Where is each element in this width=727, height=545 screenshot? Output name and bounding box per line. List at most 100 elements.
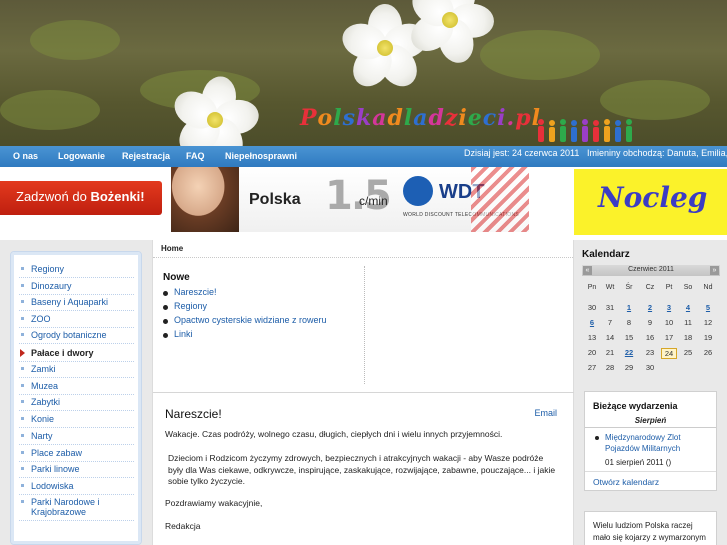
event-link[interactable]: Międzynarodowy Zlot Pojazdów Militarnych bbox=[605, 432, 710, 454]
calendar-day: 30 bbox=[645, 363, 655, 372]
logo-letter: s bbox=[342, 105, 356, 131]
sidebar-item[interactable]: Parki Narodowe i Krajobrazowe bbox=[19, 497, 134, 521]
calendar-day: 25 bbox=[683, 348, 693, 357]
calendar-day: 14 bbox=[605, 333, 615, 342]
news-title: Nowe bbox=[163, 272, 190, 283]
wdt-logo-icon bbox=[403, 176, 433, 206]
flower-image bbox=[404, 0, 495, 67]
sidebar-item[interactable]: Muzea bbox=[19, 381, 134, 395]
nocleg-banner[interactable]: Nocleg bbox=[574, 169, 727, 235]
calendar-day[interactable]: 1 bbox=[621, 303, 637, 312]
current-date: Dzisiaj jest: 24 czerwca 2011 bbox=[464, 148, 580, 158]
calendar-header: Czerwiec 2011 « » bbox=[582, 265, 720, 276]
ad-country: Polska bbox=[249, 191, 301, 208]
calendar-day[interactable]: 3 bbox=[661, 303, 677, 312]
bullet-icon bbox=[595, 436, 599, 440]
news-link[interactable]: Nareszcie! bbox=[174, 287, 217, 297]
sidebar-item[interactable]: Place zabaw bbox=[19, 448, 134, 462]
article-paragraph: Redakcja bbox=[165, 521, 201, 531]
quote-text: Wielu ludziom Polska raczej mało się koj… bbox=[593, 521, 706, 542]
calendar-day: 31 bbox=[605, 303, 615, 312]
logo-letter: a bbox=[413, 105, 429, 131]
calendar-day: 30 bbox=[587, 303, 597, 312]
sidebar-item[interactable]: Zamki bbox=[19, 364, 134, 378]
calendar-day: 20 bbox=[587, 348, 597, 357]
sidebar-item[interactable]: Regiony bbox=[19, 264, 134, 278]
sidebar-item[interactable]: Lodowiska bbox=[19, 481, 134, 495]
news-box: Nowe Nareszcie! Regiony Opactwo cysterskie… bbox=[153, 258, 575, 393]
bullet-icon bbox=[163, 333, 168, 338]
sidebar-item[interactable]: Konie bbox=[19, 414, 134, 428]
main-content: Home Nowe Nareszcie! Regiony Opactwo cyste… bbox=[152, 240, 575, 545]
ad-woman-photo bbox=[171, 167, 239, 232]
calendar-weekday: Nd bbox=[703, 284, 713, 291]
event-date: 01 sierpień 2011 () bbox=[605, 458, 672, 467]
sidebar-item[interactable]: Ogrody botaniczne bbox=[19, 330, 134, 344]
nav-faq[interactable]: FAQ bbox=[186, 151, 205, 161]
article: Nareszcie! Email Wakacje. Czas podróży, … bbox=[153, 393, 575, 545]
calendar-next-icon[interactable]: » bbox=[710, 266, 719, 275]
leaf-decor bbox=[30, 20, 120, 60]
calendar-day: 16 bbox=[645, 333, 655, 342]
leaf-decor bbox=[0, 90, 100, 130]
site-logo[interactable]: Polska dla dzieci.pl bbox=[300, 105, 541, 131]
nav-rejestracja[interactable]: Rejestracja bbox=[122, 151, 170, 161]
bullet-icon bbox=[163, 291, 168, 296]
news-link[interactable]: Opactwo cysterskie widziane z roweru bbox=[174, 315, 327, 325]
news-link[interactable]: Linki bbox=[174, 329, 193, 339]
logo-letter: k bbox=[355, 105, 373, 131]
events-month: Sierpień bbox=[585, 416, 716, 428]
logo-letter: p bbox=[515, 105, 532, 131]
ad-decor-stripe bbox=[471, 167, 529, 232]
nocleg-text: Nocleg bbox=[598, 181, 708, 214]
calendar-day: 8 bbox=[626, 318, 632, 327]
calendar-day: 10 bbox=[664, 318, 674, 327]
sidebar-item[interactable]: ZOO bbox=[19, 314, 134, 328]
calendar-prev-icon[interactable]: « bbox=[583, 266, 592, 275]
open-calendar-link[interactable]: Otwórz kalendarz bbox=[585, 471, 716, 487]
calendar-weekday: Śr bbox=[625, 284, 633, 291]
header-banner: Polska dla dzieci.pl bbox=[0, 0, 727, 146]
sidebar-item[interactable]: Dinozaury bbox=[19, 281, 134, 295]
leaf-decor bbox=[600, 80, 710, 120]
logo-letter: d bbox=[387, 105, 404, 131]
calendar-day: 11 bbox=[684, 318, 692, 327]
calendar-day: 17 bbox=[664, 333, 674, 342]
calendar-day: 9 bbox=[647, 318, 653, 327]
email-link[interactable]: Email bbox=[534, 408, 557, 418]
sidebar-item[interactable]: Narty bbox=[19, 431, 134, 445]
calendar-day: 28 bbox=[605, 363, 615, 372]
nav-o-nas[interactable]: O nas bbox=[13, 151, 38, 161]
category-menu: Regiony Dinozaury Baseny i Aquaparki ZOO Ogr… bbox=[10, 251, 142, 545]
breadcrumb[interactable]: Home bbox=[153, 240, 575, 258]
calendar-day[interactable]: 22 bbox=[621, 348, 637, 357]
calendar-day[interactable]: 4 bbox=[680, 303, 696, 312]
sidebar-item[interactable]: Pałace i dwory bbox=[19, 348, 134, 362]
calendar-weekday: Pn bbox=[587, 284, 597, 291]
logo-letter: l bbox=[333, 105, 343, 131]
article-paragraph: Wakacje. Czas podróży, wolnego czasu, dł… bbox=[165, 429, 503, 439]
call-banner-prefix: Zadzwoń do bbox=[16, 189, 91, 204]
breadcrumb-home[interactable]: Home bbox=[161, 244, 183, 253]
calendar-weekday: Wt bbox=[605, 284, 615, 291]
news-link[interactable]: Regiony bbox=[174, 301, 207, 311]
nav-niepelnosprawni[interactable]: Niepełnosprawni bbox=[225, 151, 297, 161]
calendar-day: 21 bbox=[605, 348, 615, 357]
logo-letter: i bbox=[497, 105, 507, 131]
calendar-day[interactable]: 2 bbox=[642, 303, 658, 312]
nav-logowanie[interactable]: Logowanie bbox=[58, 151, 105, 161]
sidebar-item[interactable]: Zabytki bbox=[19, 397, 134, 411]
calendar-title: Kalendarz bbox=[582, 249, 630, 260]
calendar-day[interactable]: 6 bbox=[584, 318, 600, 327]
call-bozenka-banner[interactable]: Zadzwoń do Bożenki! bbox=[0, 181, 162, 215]
divider bbox=[364, 266, 365, 384]
wdt-ad-banner[interactable]: Polska 1.5 c/min WDT WORLD DISCOUNT TELE… bbox=[171, 167, 529, 232]
top-navbar: O nas Logowanie Rejestracja FAQ Niepełno… bbox=[0, 146, 727, 167]
calendar-weekday: Cz bbox=[645, 284, 655, 291]
sidebar-item[interactable]: Baseny i Aquaparki bbox=[19, 297, 134, 311]
calendar-day: 13 bbox=[587, 333, 597, 342]
calendar-day: 12 bbox=[703, 318, 713, 327]
sidebar-item[interactable]: Parki linowe bbox=[19, 464, 134, 478]
logo-letter: d bbox=[428, 105, 445, 131]
calendar-day[interactable]: 5 bbox=[700, 303, 716, 312]
